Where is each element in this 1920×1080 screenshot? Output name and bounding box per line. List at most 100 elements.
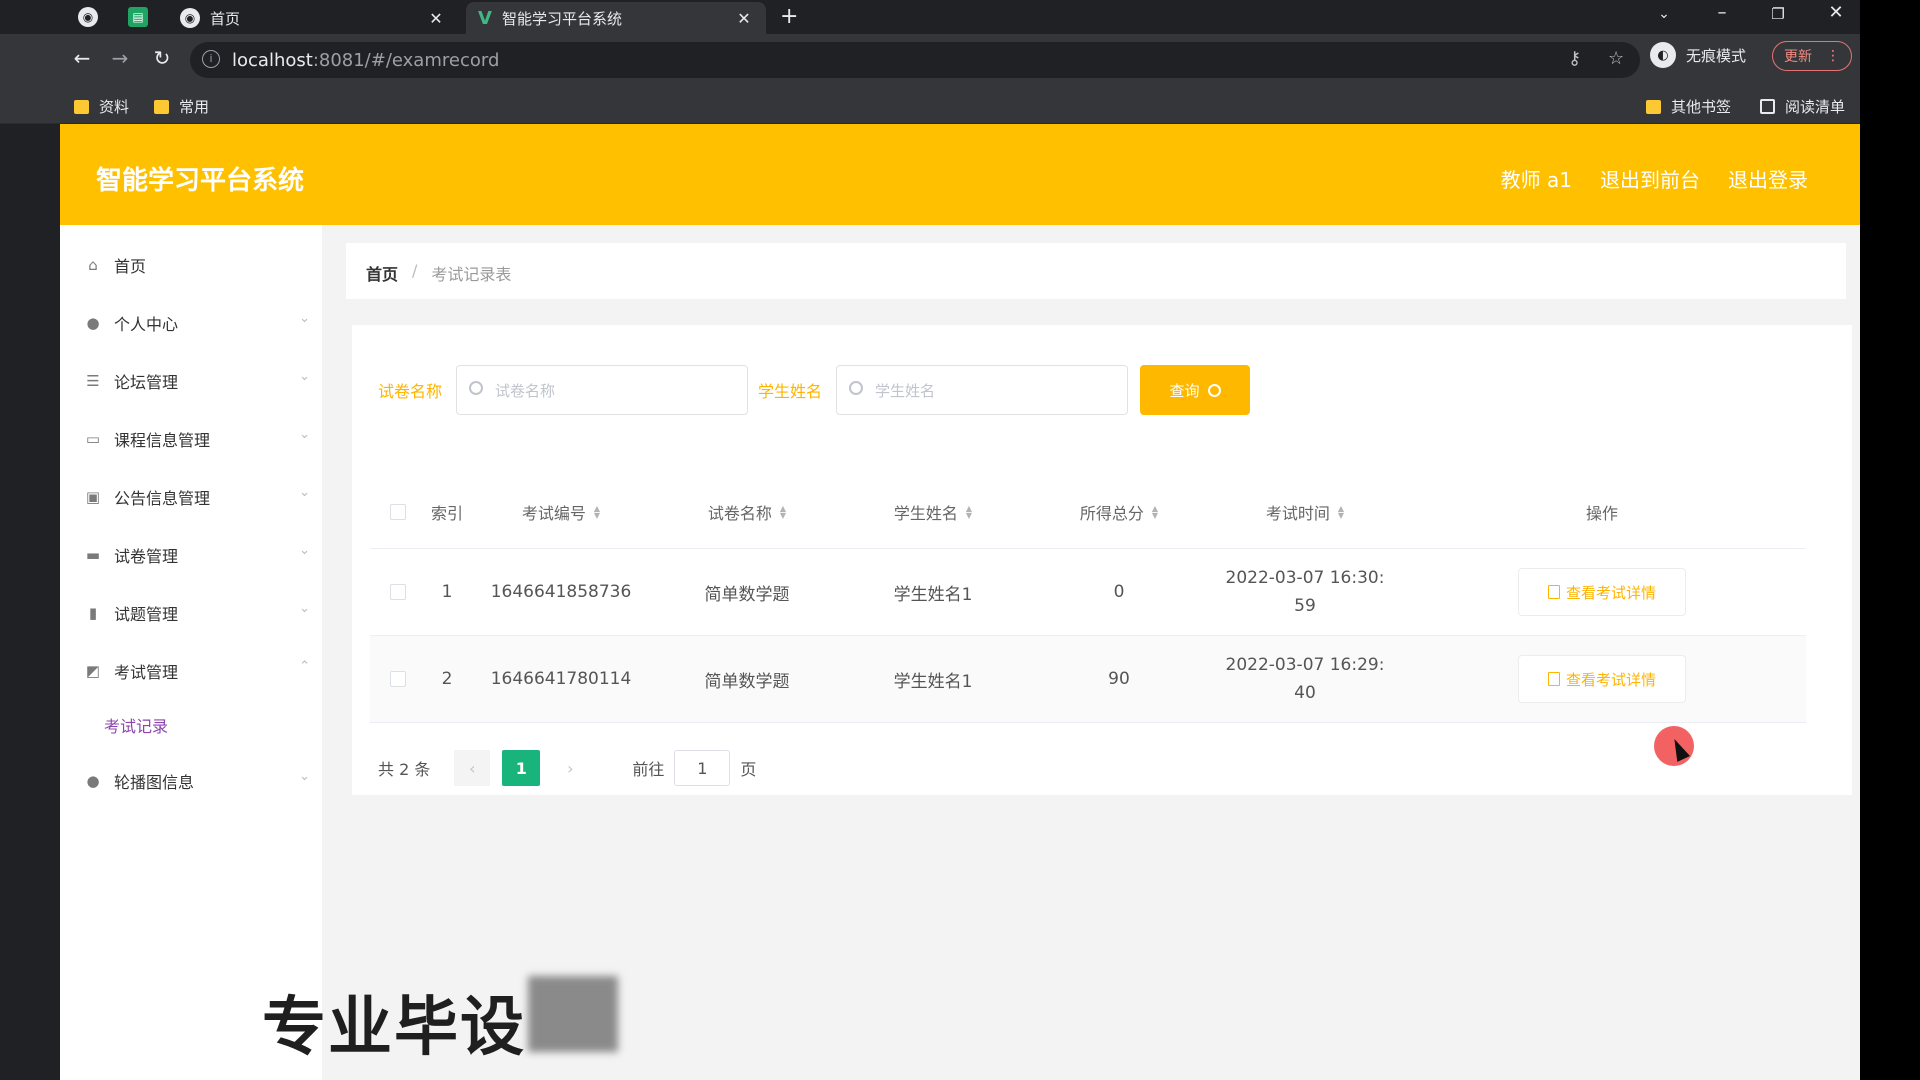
prev-page-icon[interactable]: ‹ — [454, 750, 491, 786]
user-role-link[interactable]: 教师 a1 — [1501, 164, 1572, 193]
star-icon[interactable]: ☆ — [1608, 48, 1624, 69]
url-text: localhost:8081/#/examrecord — [232, 50, 500, 71]
reload-icon[interactable]: ↻ — [148, 46, 176, 70]
incognito-indicator[interactable]: ◐ 无痕模式 — [1650, 42, 1746, 68]
breadcrumb-current: 考试记录表 — [431, 265, 512, 284]
next-page-icon[interactable]: › — [552, 750, 588, 786]
main-content: 首页 / 考试记录表 试卷名称 试卷名称 学生姓名 学生姓名 查询 索引 考试编… — [322, 225, 1860, 1080]
query-button[interactable]: 查询 — [1140, 365, 1251, 415]
page-number-active[interactable]: 1 — [502, 750, 541, 786]
tab-app[interactable]: V 智能学习平台系统 ✕ — [466, 2, 766, 34]
sort-icon[interactable]: ▲ ▼ — [780, 504, 786, 519]
sidebar-subitem-exam-record[interactable]: 考试记录 — [104, 713, 168, 737]
breadcrumb-separator: / — [412, 261, 418, 280]
close-icon[interactable]: ✕ — [426, 9, 446, 28]
student-name: 学生姓名1 — [893, 584, 973, 605]
sidebar-item-exam[interactable]: ◩ 考试管理 ⌃ — [84, 659, 310, 683]
new-tab-button[interactable]: + — [780, 4, 798, 29]
chevron-down-icon: ⌄ — [299, 369, 310, 384]
back-to-front-link[interactable]: 退出到前台 — [1600, 164, 1700, 193]
row-checkbox[interactable] — [390, 671, 406, 687]
table-row: 2 1646641780114 简单数学题 学生姓名1 90 2022-03-0… — [370, 636, 1806, 723]
update-button[interactable]: 更新 ⋮ — [1772, 41, 1852, 71]
minimize-icon[interactable]: – — [1702, 2, 1742, 23]
sidebar-item-profile[interactable]: ● 个人中心 ⌄ — [84, 311, 310, 335]
student-name-placeholder: 学生姓名 — [875, 382, 936, 400]
paper-name-placeholder: 试卷名称 — [495, 382, 556, 400]
sidebar-item-course[interactable]: ▭ 课程信息管理 ⌄ — [84, 427, 310, 451]
exam-id: 1646641780114 — [490, 669, 632, 689]
reading-list[interactable]: 阅读清单 — [1760, 96, 1845, 117]
paper-name-input[interactable]: 试卷名称 — [456, 365, 749, 415]
column-header[interactable]: 试卷名称 ▲ ▼ — [654, 500, 840, 524]
bookmark-folder[interactable]: 资料 — [74, 96, 129, 117]
header-links: 教师 a1 退出到前台 退出登录 — [1501, 164, 1808, 193]
breadcrumb-bar: 首页 / 考试记录表 — [346, 243, 1846, 299]
select-all-checkbox[interactable] — [390, 503, 406, 520]
exam-record-table: 索引 考试编号 ▲ ▼ 试卷名称 ▲ ▼ 学生姓名 ▲ ▼ 所得总分 ▲ ▼ 考试时间 ▲ ▼ 操作… — [370, 475, 1806, 723]
sidebar-item-forum[interactable]: ☰ 论坛管理 ⌄ — [84, 369, 310, 393]
restore-icon[interactable]: ❐ — [1758, 5, 1798, 23]
browser-toolbar: ← → ↻ i localhost:8081/#/examrecord ⚷ ☆ … — [0, 34, 1860, 86]
query-button-label: 查询 — [1169, 381, 1200, 400]
paper-name: 简单数学题 — [704, 671, 790, 692]
sheets-icon[interactable]: ▤ — [128, 7, 148, 27]
monitor-icon: ▬ — [85, 546, 101, 564]
chrome-menu-icon[interactable]: ◉ — [78, 7, 98, 27]
logout-link[interactable]: 退出登录 — [1728, 164, 1808, 193]
chevron-down-icon: ⌄ — [299, 601, 310, 616]
row-checkbox[interactable] — [390, 584, 406, 600]
forward-icon[interactable]: → — [106, 46, 134, 70]
address-bar[interactable]: i localhost:8081/#/examrecord ⚷ ☆ — [190, 42, 1640, 78]
sort-icon[interactable]: ▲ ▼ — [1338, 504, 1344, 519]
tab-strip: ◉ ▤ ◉ 首页 ✕ V 智能学习平台系统 ✕ + ⌄ – ❐ ✕ — [0, 0, 1860, 34]
search-icon — [849, 381, 864, 395]
column-header[interactable]: 所得总分 ▲ ▼ — [1026, 500, 1212, 524]
sidebar: ⌂ 首页 ● 个人中心 ⌄ ☰ 论坛管理 ⌄ ▭ 课程信息管理 ⌄ ▣ 公告信息管理 ⌄ ▬ 试卷管… — [60, 225, 322, 1080]
sort-icon[interactable]: ▲ ▼ — [1152, 504, 1158, 519]
info-icon[interactable]: i — [202, 50, 220, 68]
tab-search-icon[interactable]: ⌄ — [1644, 6, 1684, 22]
sidebar-item-question[interactable]: ▮ 试题管理 ⌄ — [84, 601, 310, 625]
web-page: 智能学习平台系统 教师 a1 退出到前台 退出登录 ⌂ 首页 ● 个人中心 ⌄ ☰ 论坛… — [60, 124, 1860, 1080]
folder-icon — [154, 99, 169, 114]
column-header: 操作 — [1585, 503, 1618, 523]
sidebar-item-carousel[interactable]: ● 轮播图信息 ⌄ — [84, 769, 310, 793]
breadcrumb-home[interactable]: 首页 — [366, 261, 398, 285]
reading-list-icon — [1760, 99, 1775, 114]
column-header[interactable]: 考试编号 ▲ ▼ — [468, 500, 654, 524]
window-close-icon[interactable]: ✕ — [1816, 2, 1856, 23]
sidebar-item-notice[interactable]: ▣ 公告信息管理 ⌄ — [84, 485, 310, 509]
column-header[interactable]: 学生姓名 ▲ ▼ — [840, 500, 1026, 524]
sort-icon[interactable]: ▲ ▼ — [594, 504, 600, 519]
sort-icon[interactable]: ▲ ▼ — [966, 504, 972, 519]
view-exam-detail-button[interactable]: 查看考试详情 — [1518, 568, 1686, 616]
back-icon[interactable]: ← — [68, 46, 96, 70]
vue-icon: V — [478, 7, 492, 29]
column-header[interactable]: 考试时间 ▲ ▼ — [1212, 500, 1398, 524]
breadcrumb: 首页 / 考试记录表 — [366, 261, 511, 285]
close-icon[interactable]: ✕ — [734, 9, 754, 28]
key-icon[interactable]: ⚷ — [1568, 48, 1581, 69]
home-icon: ⌂ — [88, 256, 98, 274]
goto-suffix: 页 — [740, 760, 757, 779]
folder-icon — [1646, 99, 1661, 114]
student-name-input[interactable]: 学生姓名 — [836, 365, 1129, 415]
sidebar-item-home[interactable]: ⌂ 首页 — [84, 253, 310, 277]
bookmark-folder[interactable]: 其他书签 — [1646, 96, 1731, 117]
score: 90 — [1108, 669, 1130, 689]
bookmark-folder[interactable]: 常用 — [154, 96, 209, 117]
user-icon: ● — [86, 772, 100, 790]
goto-page-input[interactable]: 1 — [674, 750, 731, 786]
chevron-down-icon: ⌄ — [299, 769, 310, 784]
clipboard-icon: ▣ — [85, 488, 101, 506]
column-header: 索引 — [430, 503, 463, 523]
tab-home[interactable]: ◉ 首页 ✕ — [168, 2, 458, 34]
chart-icon: ◩ — [85, 662, 101, 680]
document-icon — [1547, 672, 1560, 686]
kebab-icon: ⋮ — [1826, 48, 1840, 64]
row-index: 2 — [441, 669, 453, 689]
sidebar-item-paper[interactable]: ▬ 试卷管理 ⌄ — [84, 543, 310, 567]
view-exam-detail-button[interactable]: 查看考试详情 — [1518, 655, 1686, 703]
exam-time: 2022-03-07 16:29: 40 — [1225, 655, 1385, 703]
